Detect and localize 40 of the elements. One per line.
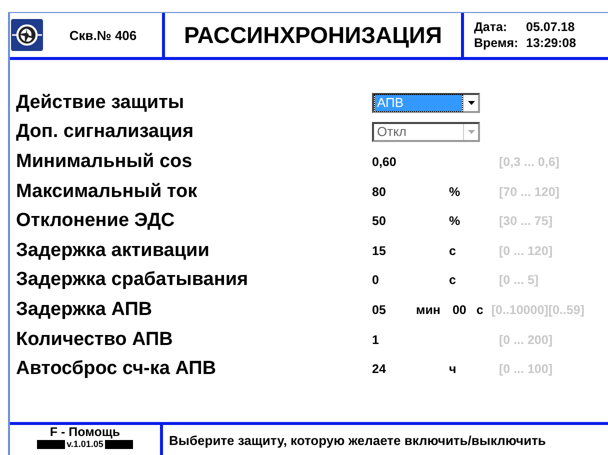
parameter-label: Задержка активации xyxy=(16,240,210,262)
unit-label: % xyxy=(448,184,460,199)
logo-icon xyxy=(11,19,43,51)
unit-label: ч xyxy=(448,362,456,376)
parameter-value[interactable]: 0,60 xyxy=(372,154,449,169)
parameter-value[interactable]: 50 xyxy=(372,214,449,228)
parameter-label: Максимальный ток xyxy=(16,180,198,203)
time-label: Время: xyxy=(474,36,518,50)
redaction-bar xyxy=(105,440,134,448)
unit-label: с xyxy=(476,302,484,317)
unit-label: мин xyxy=(416,302,440,317)
help-hint: F - Помощь xyxy=(50,425,120,439)
screen-title: РАССИНХРОНИЗАЦИЯ xyxy=(184,22,442,48)
parameter-label: Отклонение ЭДС xyxy=(16,210,176,232)
caret-icon xyxy=(468,100,474,105)
parameter-label: Действие защиты xyxy=(16,92,186,114)
version-label: v.1.01.05 xyxy=(66,439,104,449)
redaction-bar xyxy=(36,440,65,448)
parameter-value[interactable]: 24 xyxy=(372,362,449,376)
unit-label: с xyxy=(448,244,456,258)
parameter-value[interactable]: 0 xyxy=(372,273,449,288)
parameter-label: Задержка АПВ xyxy=(16,298,154,321)
parameter-value[interactable]: 00 xyxy=(452,302,466,317)
parameter-value[interactable]: 15 xyxy=(372,244,449,258)
date-value: 05.07.18 xyxy=(526,20,575,34)
parameter-value[interactable]: 1 xyxy=(372,332,449,347)
caret-icon xyxy=(468,130,474,134)
parameter-value[interactable]: 05 xyxy=(372,302,416,317)
unit-label: с xyxy=(448,273,456,288)
parameter-label: Автосброс сч-ка АПВ xyxy=(16,358,218,380)
parameter-label: Доп. сигнализация xyxy=(16,121,195,144)
parameter-value[interactable]: 80 xyxy=(372,184,449,199)
time-value: 13:29:08 xyxy=(526,36,576,50)
well-number: Скв.№ 406 xyxy=(69,28,137,42)
unit-label: % xyxy=(448,214,460,228)
parameter-label: Задержка срабатывания xyxy=(16,269,250,292)
parameter-label: Минимальный cos xyxy=(16,150,194,173)
status-message: Выберите защиту, которую желаете включить/выключить xyxy=(169,432,546,448)
parameter-label: Количество АПВ xyxy=(16,328,174,351)
date-label: Дата: xyxy=(474,20,508,34)
